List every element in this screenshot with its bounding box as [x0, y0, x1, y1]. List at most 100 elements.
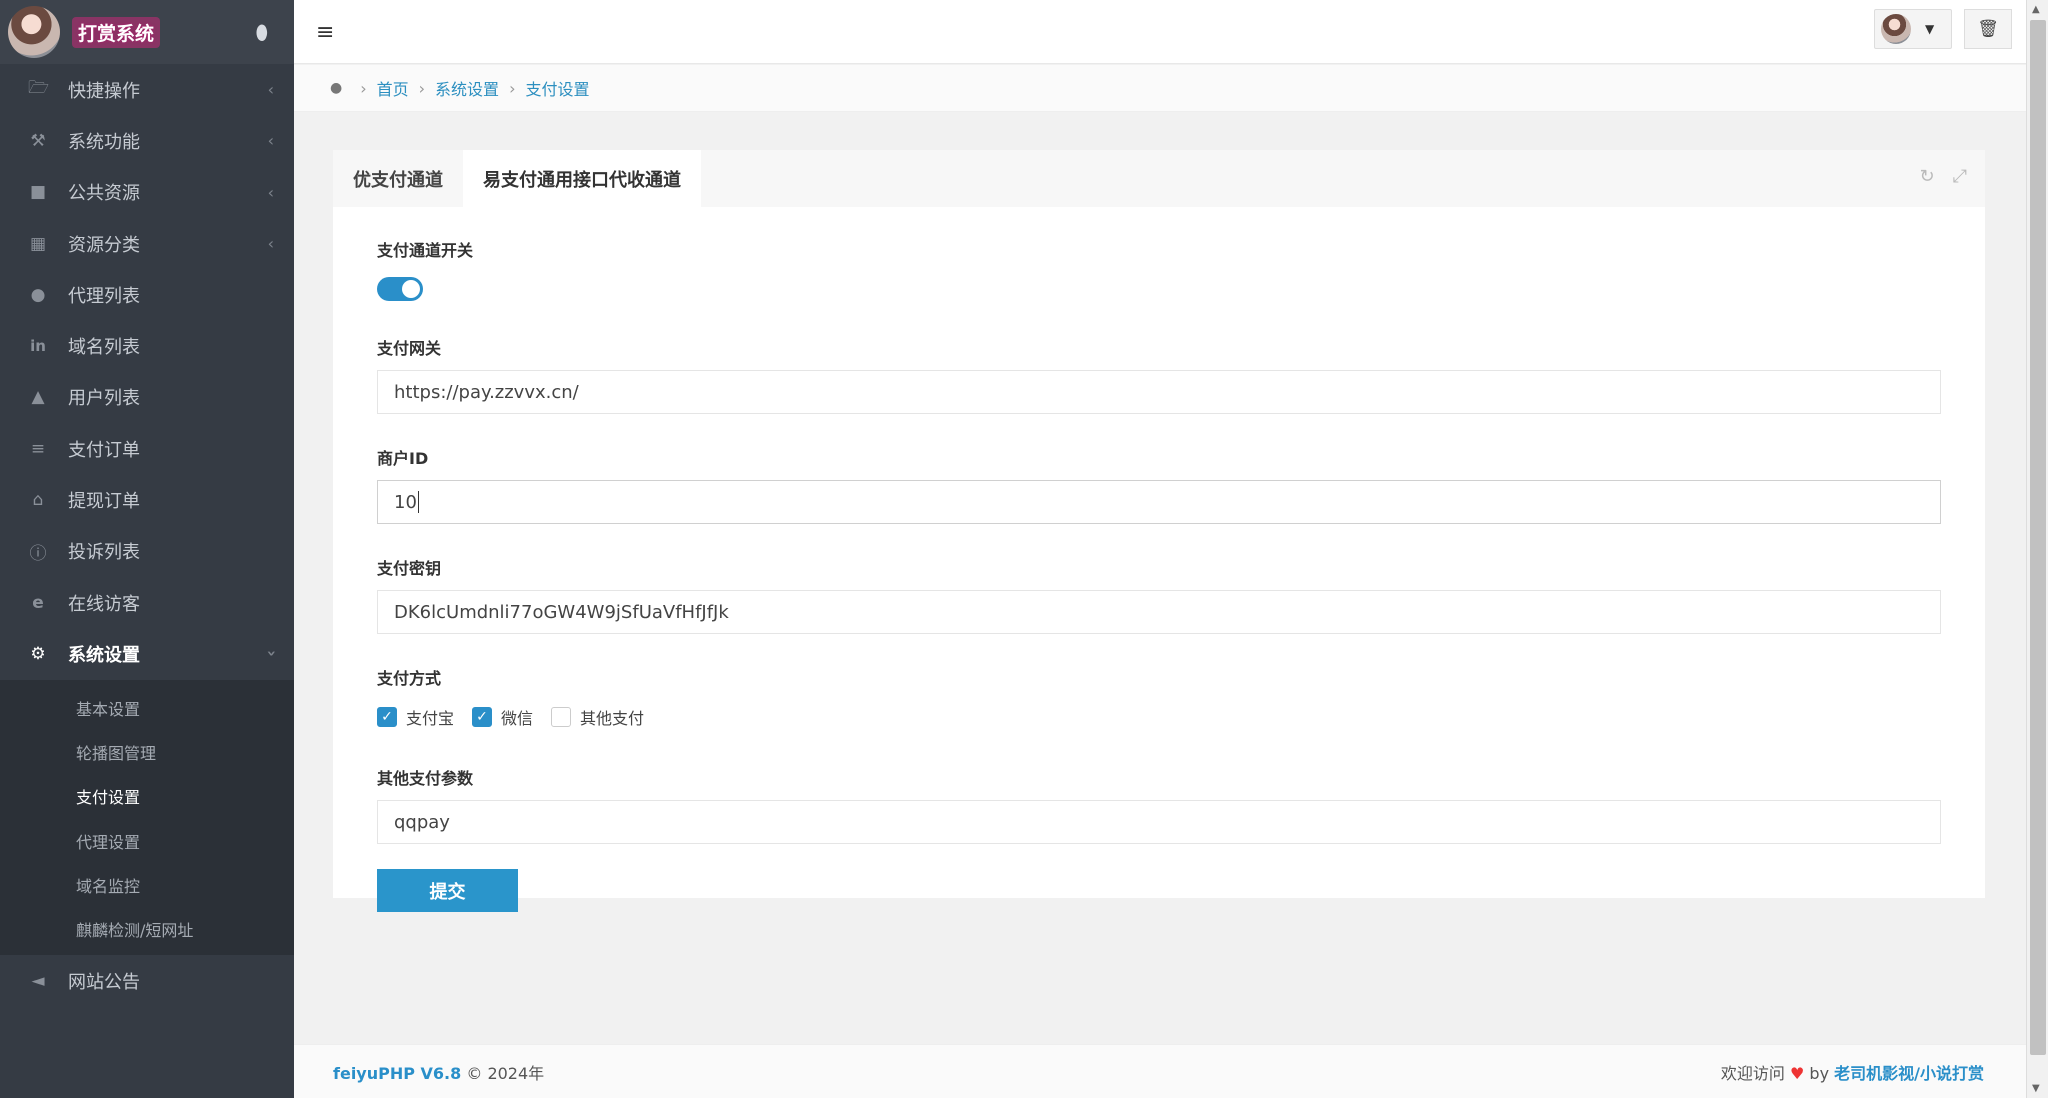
checkbox-label: 其他支付 [580, 709, 645, 728]
folder-icon: 🗁 [28, 78, 50, 99]
scroll-up-icon[interactable]: ▲ [2032, 4, 2040, 15]
fullscreen-icon[interactable]: ⤢ [1953, 166, 1967, 187]
scroll-down-icon[interactable]: ▼ [2032, 1083, 2040, 1094]
sidebar-item-system-functions[interactable]: ⚒ 系统功能 ‹ [0, 115, 294, 166]
database-icon: ≡ [30, 438, 46, 459]
sidebar-item-label: 用户列表 [68, 388, 140, 410]
text-caret [417, 491, 419, 513]
checkbox-label: 支付宝 [406, 709, 455, 728]
card-tools: ↻ ⤢ [1920, 166, 1968, 187]
checkbox-alipay[interactable]: ✓ 支付宝 [377, 705, 454, 729]
sidebar-item-resource-categories[interactable]: ▦ 资源分类 ‹ [0, 218, 294, 269]
clear-cache-button[interactable]: 🗑 [1964, 9, 2012, 49]
breadcrumb-payment-settings[interactable]: 支付设置 [525, 76, 589, 100]
brand-header: 打赏系统 ⬮ [0, 0, 294, 64]
user-icon: ▲ [31, 387, 45, 408]
footer-left: feiyuPHP V6.8 © 2024年 [333, 1060, 544, 1084]
users-icon: ● [30, 284, 46, 305]
page-scrollbar[interactable]: ▲ ▼ [2026, 0, 2048, 1098]
secret-key-input[interactable]: DK6lcUmdnli77oGW4W9jSfUaVfHfJfJk [377, 590, 1941, 634]
scroll-thumb[interactable] [2030, 20, 2046, 1055]
sidebar-item-label: 支付订单 [68, 439, 140, 461]
sidebar-item-label: 网站公告 [68, 971, 140, 993]
sidebar-item-users[interactable]: ▲ 用户列表 [0, 372, 294, 423]
payment-settings-card: 优支付通道 易支付通用接口代收通道 ↻ ⤢ 支付通道开关 支付网关 https:… [333, 150, 1985, 912]
submenu-item-domain-monitor[interactable]: 域名监控 [0, 863, 294, 907]
ie-icon: e [32, 592, 44, 613]
breadcrumb-system-settings[interactable]: 系统设置 [435, 76, 499, 100]
sidebar: 打赏系统 ⬮ 🗁 快捷操作 ‹ ⚒ 系统功能 ‹ ■ 公共资源 ‹ ▦ 资源分类 ‹ ● 代理列表… [0, 0, 294, 1098]
toggle-knob [402, 280, 420, 298]
channel-toggle[interactable] [377, 277, 423, 301]
sidebar-item-label: 代理列表 [68, 285, 140, 307]
user-menu-button[interactable]: ▼ [1874, 9, 1952, 49]
submenu-item-carousel[interactable]: 轮播图管理 [0, 730, 294, 774]
footer-brand-link[interactable]: feiyuPHP V6.8 [333, 1064, 461, 1083]
heart-icon: ♥ [1789, 1063, 1805, 1083]
sidebar-item-label: 公共资源 [68, 183, 140, 205]
other-params-label: 其他支付参数 [377, 769, 474, 788]
tab-bar: 优支付通道 易支付通用接口代收通道 ↻ ⤢ [333, 150, 1985, 207]
payment-methods-group: ✓ 支付宝 ✓ 微信 其他支付 [377, 705, 1941, 729]
check-icon: ✓ [472, 707, 493, 727]
footer-credit-link[interactable]: 老司机影视/小说打赏 [1834, 1064, 1984, 1083]
brand-title: 打赏系统 [72, 16, 161, 48]
tab-epay-general[interactable]: 易支付通用接口代收通道 [463, 150, 701, 207]
merchant-id-label: 商户ID [377, 449, 429, 468]
sidebar-item-label: 系统功能 [68, 131, 140, 153]
bullhorn-icon: ◄ [31, 970, 45, 991]
refresh-icon[interactable]: ↻ [1920, 166, 1935, 187]
sidebar-item-label: 投诉列表 [68, 542, 140, 564]
caret-down-icon: ▼ [1925, 22, 1935, 36]
merchant-id-input[interactable]: 10 [377, 480, 1941, 524]
footer-welcome: 欢迎访问 [1720, 1063, 1785, 1083]
tab-youpay[interactable]: 优支付通道 [333, 150, 463, 207]
hamburger-menu-icon[interactable]: ≡ [316, 20, 334, 45]
chevron-down-icon: ‹ [261, 650, 281, 658]
sidebar-item-announcements[interactable]: ◄ 网站公告 [0, 955, 294, 1006]
sidebar-item-label: 系统设置 [68, 644, 140, 666]
sidebar-item-online-visitors[interactable]: e 在线访客 [0, 577, 294, 628]
breadcrumb-home[interactable]: 首页 [377, 76, 409, 100]
payment-methods-label: 支付方式 [377, 669, 442, 688]
sidebar-item-complaints[interactable]: ⓘ 投诉列表 [0, 526, 294, 577]
sidebar-item-label: 在线访客 [68, 593, 140, 615]
checkbox-label: 微信 [501, 709, 534, 728]
sidebar-item-domains[interactable]: in 域名列表 [0, 320, 294, 371]
check-icon: ✓ [377, 707, 397, 727]
breadcrumb: ● › 首页 › 系统设置 › 支付设置 [294, 65, 2026, 112]
theme-drop-icon[interactable]: ⬮ [255, 20, 268, 44]
sidebar-item-payment-orders[interactable]: ≡ 支付订单 [0, 423, 294, 474]
sidebar-item-label: 资源分类 [68, 234, 140, 256]
submenu-item-payment[interactable]: 支付设置 [0, 774, 294, 818]
info-icon: ⓘ [29, 543, 47, 564]
submenu-item-agent[interactable]: 代理设置 [0, 818, 294, 862]
gateway-value: https://pay.zzvvx.cn/ [394, 381, 579, 403]
sidebar-item-system-settings[interactable]: ⚙ 系统设置 ‹ [0, 628, 294, 679]
chevron-left-icon: ‹ [267, 234, 274, 254]
video-camera-icon: ■ [29, 182, 47, 203]
submit-button[interactable]: 提交 [377, 869, 518, 912]
breadcrumb-separator: › [509, 78, 516, 98]
sidebar-item-quick-actions[interactable]: 🗁 快捷操作 ‹ [0, 64, 294, 115]
footer: feiyuPHP V6.8 © 2024年 欢迎访问 ♥ by 老司机影视/小说… [294, 1044, 2026, 1098]
gateway-input[interactable]: https://pay.zzvvx.cn/ [377, 370, 1941, 414]
bank-icon: ⌂ [32, 490, 44, 511]
footer-by: by [1809, 1063, 1830, 1083]
chevron-left-icon: ‹ [267, 131, 274, 151]
footer-right: 欢迎访问 ♥ by 老司机影视/小说打赏 [1721, 1060, 1984, 1084]
checkbox-wechat[interactable]: ✓ 微信 [472, 705, 533, 729]
wrench-icon: ⚒ [30, 130, 46, 151]
submenu-item-short-url[interactable]: 麒麟检测/短网址 [0, 907, 294, 951]
sidebar-item-withdraw-orders[interactable]: ⌂ 提现订单 [0, 474, 294, 525]
sidebar-item-agents[interactable]: ● 代理列表 [0, 269, 294, 320]
merchant-id-value: 10 [394, 491, 417, 513]
chevron-left-icon: ‹ [267, 182, 274, 202]
sidebar-item-label: 快捷操作 [68, 80, 140, 102]
secret-key-label: 支付密钥 [377, 559, 442, 578]
submenu-item-basic[interactable]: 基本设置 [0, 686, 294, 730]
checkbox-other[interactable]: 其他支付 [551, 705, 644, 729]
secret-key-value: DK6lcUmdnli77oGW4W9jSfUaVfHfJfJk [394, 601, 729, 623]
other-params-input[interactable]: qqpay [377, 800, 1941, 844]
sidebar-item-public-resources[interactable]: ■ 公共资源 ‹ [0, 167, 294, 218]
